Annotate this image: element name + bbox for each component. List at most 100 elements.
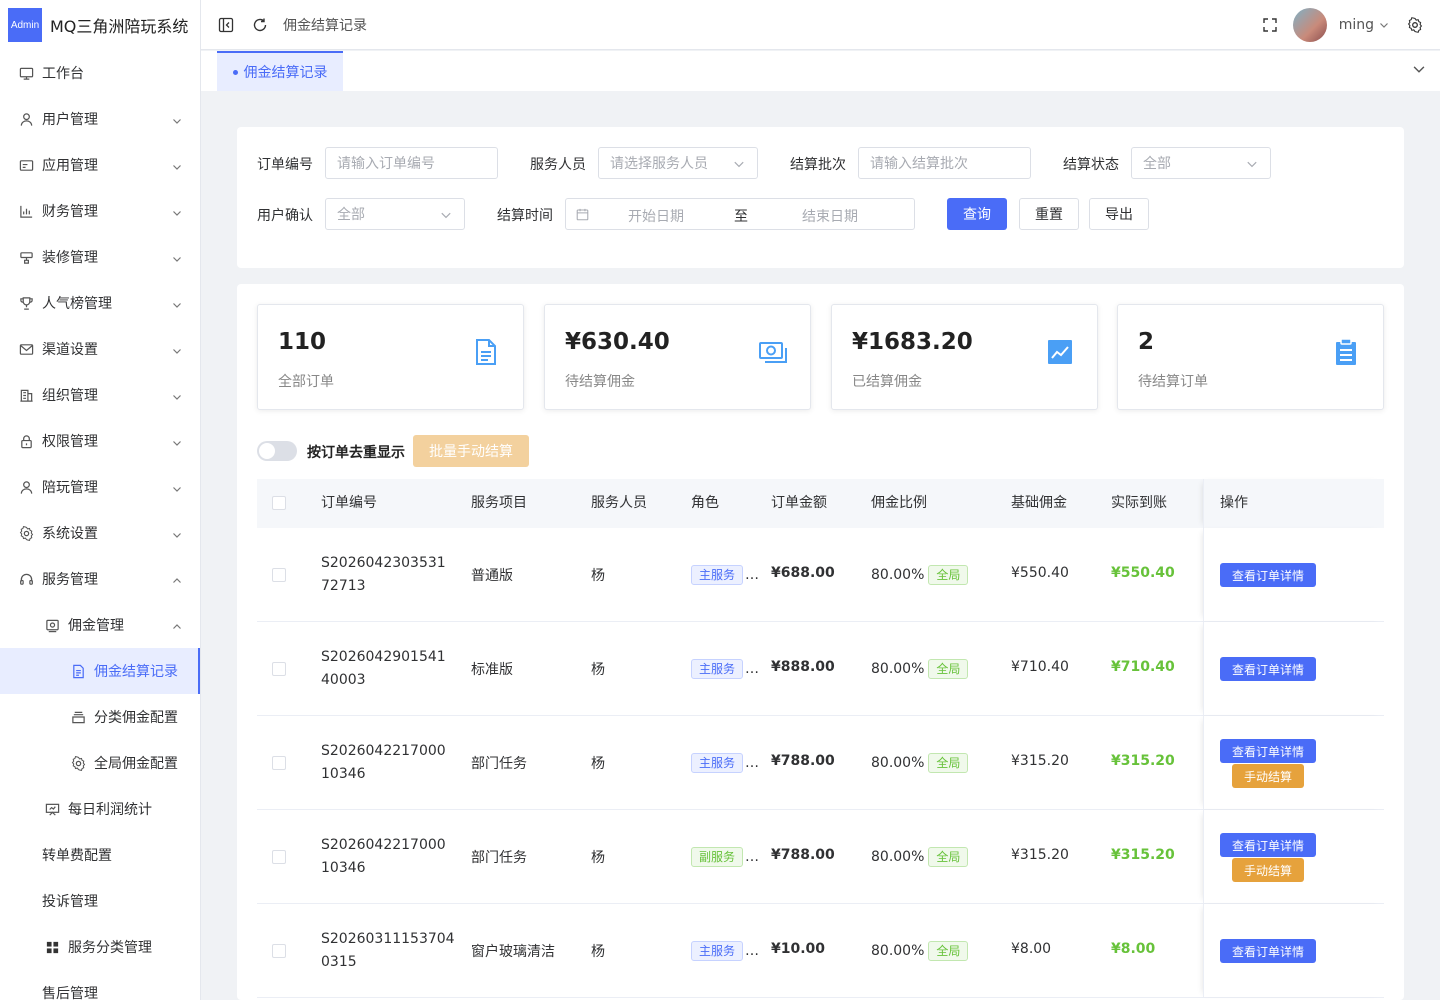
sidebar-item-commission[interactable]: 佣金管理 [0, 602, 200, 648]
username[interactable]: ming [1339, 17, 1374, 33]
table-header: 订单编号 服务项目 服务人员 角色 订单金额 佣金比例 基础佣金 实际到账 操作 [257, 479, 1384, 528]
sidebar-item-users[interactable]: 用户管理 [0, 96, 200, 142]
avatar[interactable] [1292, 8, 1327, 42]
sidebar-item-commission-records[interactable]: 佣金结算记录 [0, 648, 200, 694]
base-commission-cell: ¥8.00 [1011, 941, 1052, 957]
row-checkbox[interactable] [272, 944, 286, 958]
chevron-down-icon [440, 209, 452, 221]
row-checkbox[interactable] [272, 850, 286, 864]
refresh-icon[interactable] [251, 16, 269, 34]
lock-icon [18, 433, 34, 449]
trend-icon [1045, 337, 1075, 367]
sidebar-item-service-categories[interactable]: 服务分类管理 [0, 924, 200, 970]
role-cell: 主服务… [691, 565, 759, 585]
order-no-input[interactable]: 请输入订单编号 [325, 147, 498, 179]
view-order-detail-button[interactable]: 查看订单详情 [1220, 739, 1316, 763]
reset-button[interactable]: 重置 [1019, 198, 1079, 230]
actual-amount-cell: ¥315.20 [1111, 847, 1175, 863]
fullscreen-icon[interactable] [1261, 16, 1279, 34]
view-order-detail-button[interactable]: 查看订单详情 [1220, 563, 1316, 587]
select-all-checkbox[interactable] [272, 496, 286, 510]
settle-time-range[interactable]: 开始日期 至 结束日期 [565, 198, 915, 230]
sidebar-item-label: 售后管理 [42, 986, 98, 1000]
manual-settle-button[interactable]: 手动结算 [1232, 764, 1304, 788]
chevron-down-icon[interactable] [1412, 62, 1428, 78]
status-value: 全部 [1143, 156, 1171, 172]
sidebar-item-popularity[interactable]: 人气榜管理 [0, 280, 200, 326]
chevron-down-icon[interactable] [1378, 16, 1390, 34]
column-header: 基础佣金 [1011, 495, 1067, 511]
sidebar-item-channels[interactable]: 渠道设置 [0, 326, 200, 372]
sidebar-item-system-settings[interactable]: 系统设置 [0, 510, 200, 556]
chart-icon [18, 203, 34, 219]
sidebar-item-finance[interactable]: 财务管理 [0, 188, 200, 234]
query-button[interactable]: 查询 [947, 198, 1007, 230]
start-date-placeholder[interactable]: 开始日期 [628, 206, 684, 226]
gear-icon[interactable] [1406, 16, 1424, 34]
sidebar-item-after-sales[interactable]: 售后管理 [0, 970, 200, 1000]
sidebar-item-organization[interactable]: 组织管理 [0, 372, 200, 418]
base-commission-cell: ¥550.40 [1011, 565, 1069, 581]
sidebar-item-permissions[interactable]: 权限管理 [0, 418, 200, 464]
monitor-icon [18, 65, 34, 81]
dedupe-switch[interactable] [257, 441, 297, 461]
row-checkbox[interactable] [272, 662, 286, 676]
sidebar-item-companions[interactable]: 陪玩管理 [0, 464, 200, 510]
service-item-cell: 部门任务 [471, 756, 527, 772]
batch-input[interactable]: 请输入结算批次 [858, 147, 1031, 179]
stat-label: 已结算佣金 [852, 374, 922, 390]
status-select[interactable]: 全部 [1131, 147, 1271, 179]
staff-cell: 杨 [591, 662, 605, 678]
app-icon [18, 157, 34, 173]
order-no-line: S2026042901541 [321, 649, 446, 665]
role-cell: 主服务… [691, 753, 759, 773]
calendar-icon [576, 208, 589, 221]
staff-placeholder: 请选择服务人员 [610, 156, 708, 172]
sidebar-item-apps[interactable]: 应用管理 [0, 142, 200, 188]
stat-label: 全部订单 [278, 374, 334, 390]
user-confirm-label: 用户确认 [257, 208, 313, 224]
ratio-cell: 80.00% 全局 [871, 941, 969, 961]
scope-tag: 全局 [928, 659, 969, 679]
collapse-sidebar-icon[interactable] [217, 16, 235, 34]
staff-select[interactable]: 请选择服务人员 [598, 147, 758, 179]
sidebar-item-label: 权限管理 [42, 434, 98, 450]
column-header: 服务项目 [471, 495, 527, 511]
actions-cell: 查看订单详情 [1203, 622, 1384, 715]
sidebar-item-service-management[interactable]: 服务管理 [0, 556, 200, 602]
sidebar-item-decoration[interactable]: 装修管理 [0, 234, 200, 280]
sidebar-item-workbench[interactable]: 工作台 [0, 50, 200, 96]
order-amount-cell: ¥888.00 [771, 659, 835, 675]
sidebar-item-transfer-fee[interactable]: 转单费配置 [0, 832, 200, 878]
manual-settle-button[interactable]: 手动结算 [1232, 858, 1304, 882]
header-right: ming [1261, 0, 1424, 50]
view-order-detail-button[interactable]: 查看订单详情 [1220, 833, 1316, 857]
export-button[interactable]: 导出 [1089, 198, 1149, 230]
column-header: 角色 [691, 495, 719, 511]
row-checkbox[interactable] [272, 568, 286, 582]
order-no-line: 10346 [321, 766, 366, 782]
base-commission-cell: ¥315.20 [1011, 753, 1069, 769]
trophy-icon [18, 295, 34, 311]
sidebar-item-complaints[interactable]: 投诉管理 [0, 878, 200, 924]
sidebar-item-label: 佣金管理 [68, 618, 124, 634]
ratio-cell: 80.00% 全局 [871, 847, 969, 867]
settlement-table: 订单编号 服务项目 服务人员 角色 订单金额 佣金比例 基础佣金 实际到账 操作… [257, 479, 1384, 998]
money-icon [758, 337, 788, 367]
row-checkbox[interactable] [272, 756, 286, 770]
sidebar-item-category-commission[interactable]: 分类佣金配置 [0, 694, 200, 740]
user-icon [18, 479, 34, 495]
sidebar-item-daily-profit[interactable]: 每日利润统计 [0, 786, 200, 832]
sidebar-item-global-commission[interactable]: 全局佣金配置 [0, 740, 200, 786]
column-header: 订单编号 [321, 495, 377, 511]
role-tag: 副服务 [691, 847, 744, 867]
batch-settle-button[interactable]: 批量手动结算 [413, 435, 529, 467]
end-date-placeholder[interactable]: 结束日期 [802, 206, 858, 226]
sidebar-item-label: 分类佣金配置 [94, 710, 178, 726]
scope-tag: 全局 [928, 941, 969, 961]
tab-commission-records[interactable]: 佣金结算记录 [217, 51, 343, 91]
view-order-detail-button[interactable]: 查看订单详情 [1220, 939, 1316, 963]
user-confirm-select[interactable]: 全部 [325, 198, 465, 230]
base-commission-cell: ¥710.40 [1011, 659, 1069, 675]
view-order-detail-button[interactable]: 查看订单详情 [1220, 657, 1316, 681]
